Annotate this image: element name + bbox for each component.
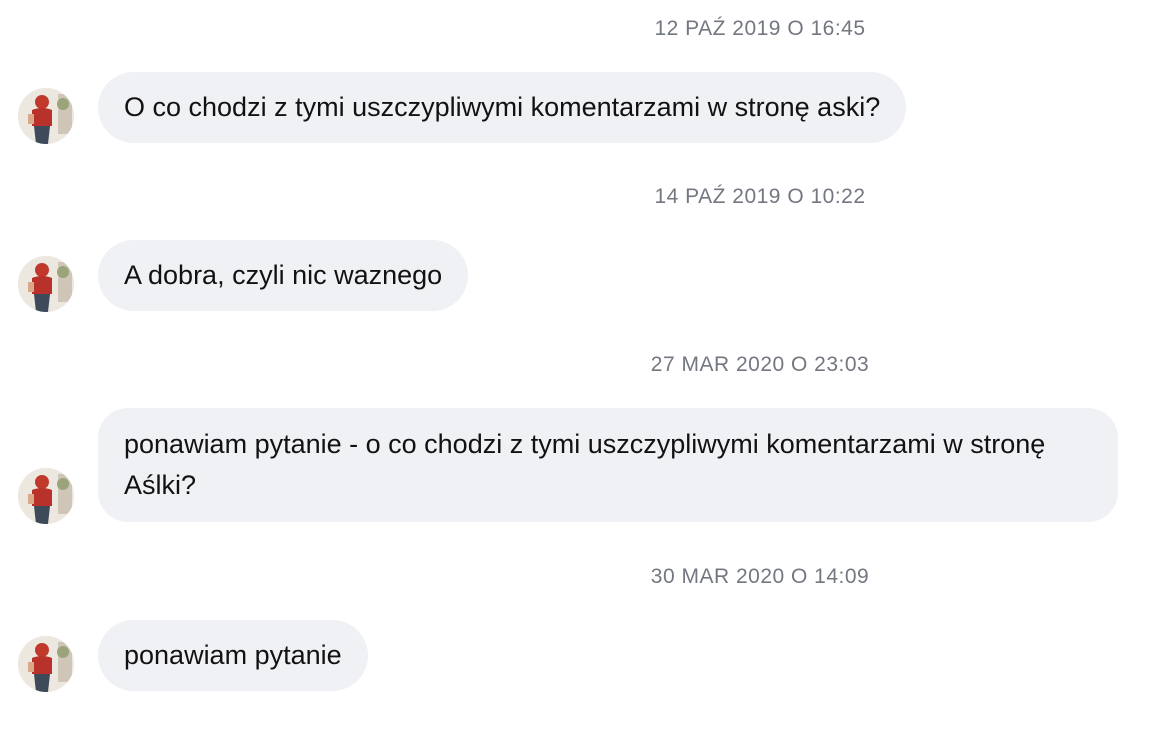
message-bubble[interactable]: A dobra, czyli nic waznego xyxy=(98,240,469,311)
sender-avatar-icon[interactable] xyxy=(18,256,74,312)
message-bubble[interactable]: O co chodzi z tymi uszczypliwymi komenta… xyxy=(98,72,907,143)
sender-avatar-icon[interactable] xyxy=(18,636,74,692)
message-bubble[interactable]: ponawiam pytanie xyxy=(98,620,368,691)
sender-avatar-icon[interactable] xyxy=(18,468,74,524)
message-timestamp: 14 PAŹ 2019 O 10:22 xyxy=(654,185,866,208)
message-bubble[interactable]: ponawiam pytanie - o co chodzi z tymi us… xyxy=(98,408,1118,522)
message-timestamp: 12 PAŹ 2019 O 16:45 xyxy=(654,17,866,40)
message-timestamp: 30 MAR 2020 O 14:09 xyxy=(650,565,870,588)
message-timestamp: 27 MAR 2020 O 23:03 xyxy=(650,353,870,376)
sender-avatar-icon[interactable] xyxy=(18,88,74,144)
